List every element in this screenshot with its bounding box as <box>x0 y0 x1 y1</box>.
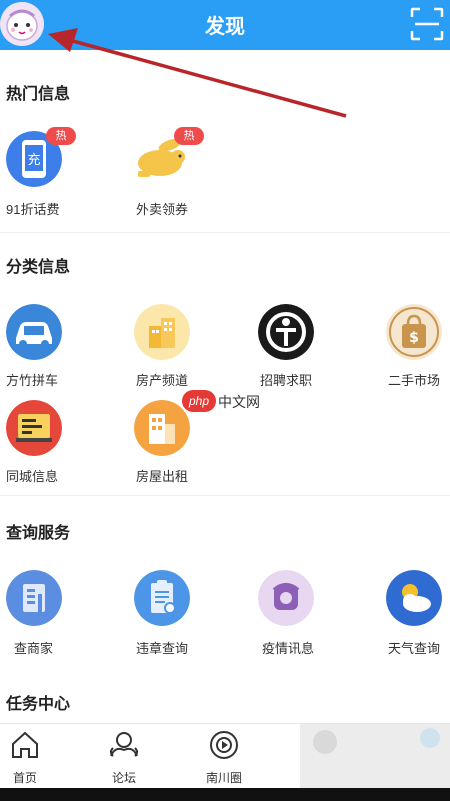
phone-icon <box>258 570 314 626</box>
blurred-overlay <box>300 724 450 789</box>
query-item-label: 天气查询 <box>388 641 441 656</box>
category-item-label: 房屋出租 <box>136 469 189 484</box>
home-icon <box>12 731 38 758</box>
section-title-category: 分类信息 <box>6 259 71 276</box>
tab-home[interactable]: 首页 <box>0 730 60 786</box>
category-item-label: 同城信息 <box>6 469 59 484</box>
building-icon <box>134 304 190 360</box>
watermark-php: php <box>182 390 216 412</box>
svg-text:$: $ <box>409 330 419 346</box>
page-title: 发现 <box>205 16 245 38</box>
circle-icon <box>210 731 238 759</box>
category-item-label: 房产频道 <box>136 373 189 388</box>
hot-item-label: 外卖领券 <box>136 202 189 217</box>
query-item-label: 疫情讯息 <box>262 641 315 656</box>
watermark-text: 中文网 <box>218 394 260 410</box>
svg-text:充: 充 <box>27 152 40 168</box>
house-icon <box>134 400 190 456</box>
job-icon <box>258 304 314 360</box>
divider <box>0 232 450 233</box>
top-bar: 发现 <box>0 0 450 50</box>
tab-label: 首页 <box>12 771 37 785</box>
hot-badge: 热 <box>174 127 204 145</box>
section-title-query: 查询服务 <box>6 525 71 542</box>
category-item-label: 方竹拼车 <box>6 373 59 388</box>
section-title-task: 任务中心 <box>6 696 71 713</box>
car-icon <box>6 304 62 360</box>
divider <box>0 495 450 496</box>
hot-badge: 热 <box>46 127 76 145</box>
tab-label: 论坛 <box>111 771 136 785</box>
info-board-icon <box>6 400 62 456</box>
tab-circle[interactable]: 南川圈 <box>189 730 259 786</box>
scan-icon[interactable] <box>410 7 444 41</box>
category-item-label: 招聘求职 <box>260 373 313 388</box>
query-item-label: 查商家 <box>14 641 54 656</box>
category-item-label: 二手市场 <box>388 373 441 388</box>
clipboard-icon <box>134 570 190 626</box>
tab-forum[interactable]: 论坛 <box>89 730 159 786</box>
tab-label: 南川圈 <box>205 771 242 785</box>
bottom-tab-bar: 首页 论坛 南川圈 <box>0 723 450 789</box>
query-item-label: 违章查询 <box>136 641 189 656</box>
hot-item-label: 91折话费 <box>6 202 60 217</box>
system-nav-bar <box>0 788 450 801</box>
weather-icon <box>386 570 442 626</box>
section-title-hot: 热门信息 <box>6 86 71 103</box>
forum-icon <box>110 732 138 757</box>
shopping-bag-icon: $ <box>386 304 442 360</box>
merchant-icon <box>6 570 62 626</box>
